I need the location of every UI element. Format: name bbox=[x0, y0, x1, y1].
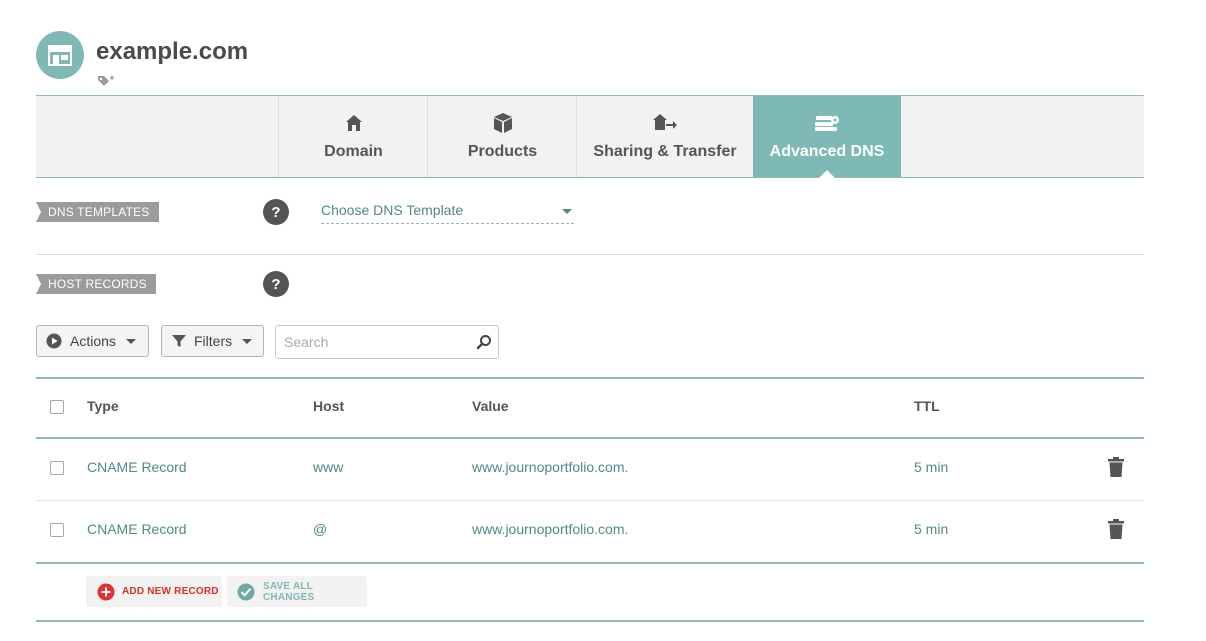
tab-domain-label: Domain bbox=[324, 143, 383, 160]
select-all-checkbox[interactable] bbox=[50, 400, 64, 414]
tab-products-label: Products bbox=[467, 143, 538, 160]
filter-icon bbox=[172, 335, 186, 347]
column-header-ttl[interactable]: TTL bbox=[914, 398, 940, 414]
tab-domain[interactable]: Domain bbox=[278, 96, 428, 177]
home-transfer-icon bbox=[652, 112, 678, 134]
record-host[interactable]: www bbox=[313, 459, 343, 475]
box-icon bbox=[492, 112, 514, 134]
footer-border bbox=[36, 620, 1144, 622]
tab-advanced-dns-label: Advanced DNS bbox=[769, 143, 885, 160]
tab-products[interactable]: Products bbox=[427, 96, 577, 177]
record-value[interactable]: www.journoportfolio.com. bbox=[472, 459, 628, 475]
record-ttl[interactable]: 5 min bbox=[914, 521, 948, 537]
column-header-host[interactable]: Host bbox=[313, 398, 344, 414]
search-icon[interactable] bbox=[476, 334, 492, 350]
chevron-down-icon bbox=[242, 338, 253, 344]
column-header-value[interactable]: Value bbox=[472, 398, 509, 414]
plus-circle-icon bbox=[97, 583, 115, 600]
play-circle-icon bbox=[46, 333, 62, 349]
record-value[interactable]: www.journoportfolio.com. bbox=[472, 521, 628, 537]
record-ttl[interactable]: 5 min bbox=[914, 459, 948, 475]
add-new-record-button[interactable]: ADD NEW RECORD bbox=[86, 576, 222, 607]
table-bottom-border bbox=[36, 562, 1144, 564]
save-all-changes-label: SAVE ALL CHANGES bbox=[262, 580, 315, 603]
dns-templates-help-icon[interactable]: ? bbox=[263, 199, 289, 225]
table-header-border bbox=[36, 437, 1144, 439]
tab-sharing-transfer[interactable]: Sharing & Transfer bbox=[576, 96, 753, 177]
row-divider bbox=[36, 500, 1144, 501]
search-input[interactable] bbox=[276, 333, 466, 351]
dns-template-select-value: Choose DNS Template bbox=[321, 202, 464, 218]
record-type[interactable]: CNAME Record bbox=[87, 521, 187, 537]
host-records-help-icon[interactable]: ? bbox=[263, 271, 289, 297]
actions-button-label: Actions bbox=[70, 333, 116, 349]
section-divider bbox=[36, 254, 1144, 255]
row-checkbox[interactable] bbox=[50, 461, 64, 475]
home-icon bbox=[345, 112, 363, 134]
row-checkbox[interactable] bbox=[50, 523, 64, 537]
server-gear-icon bbox=[814, 112, 840, 134]
domain-title: example.com bbox=[96, 38, 249, 65]
tab-bar: Domain Products Sharing & Transfer Advan… bbox=[36, 95, 1144, 178]
trash-icon[interactable] bbox=[1108, 519, 1124, 539]
filters-button[interactable]: Filters bbox=[161, 325, 264, 357]
check-circle-icon bbox=[237, 583, 255, 600]
filters-button-label: Filters bbox=[194, 333, 233, 349]
tag-add-icon[interactable] bbox=[97, 74, 115, 93]
add-new-record-label: ADD NEW RECORD bbox=[122, 586, 219, 597]
domain-avatar bbox=[36, 31, 84, 79]
tab-sharing-transfer-label: Sharing & Transfer bbox=[593, 143, 737, 160]
host-records-label: HOST RECORDS bbox=[36, 274, 156, 294]
column-header-type[interactable]: Type bbox=[87, 398, 119, 414]
tab-advanced-dns[interactable]: Advanced DNS bbox=[753, 96, 901, 178]
search-box bbox=[275, 325, 499, 359]
dns-template-select[interactable]: Choose DNS Template bbox=[321, 202, 574, 224]
record-host[interactable]: @ bbox=[313, 521, 327, 537]
trash-icon[interactable] bbox=[1108, 457, 1124, 477]
save-all-changes-button[interactable]: SAVE ALL CHANGES bbox=[227, 576, 367, 607]
chevron-down-icon bbox=[562, 209, 572, 214]
record-type[interactable]: CNAME Record bbox=[87, 459, 187, 475]
storefront-icon bbox=[48, 45, 72, 66]
dns-templates-label: DNS TEMPLATES bbox=[36, 202, 159, 222]
chevron-down-icon bbox=[125, 338, 136, 344]
table-top-border bbox=[36, 377, 1144, 379]
actions-button[interactable]: Actions bbox=[36, 325, 149, 357]
